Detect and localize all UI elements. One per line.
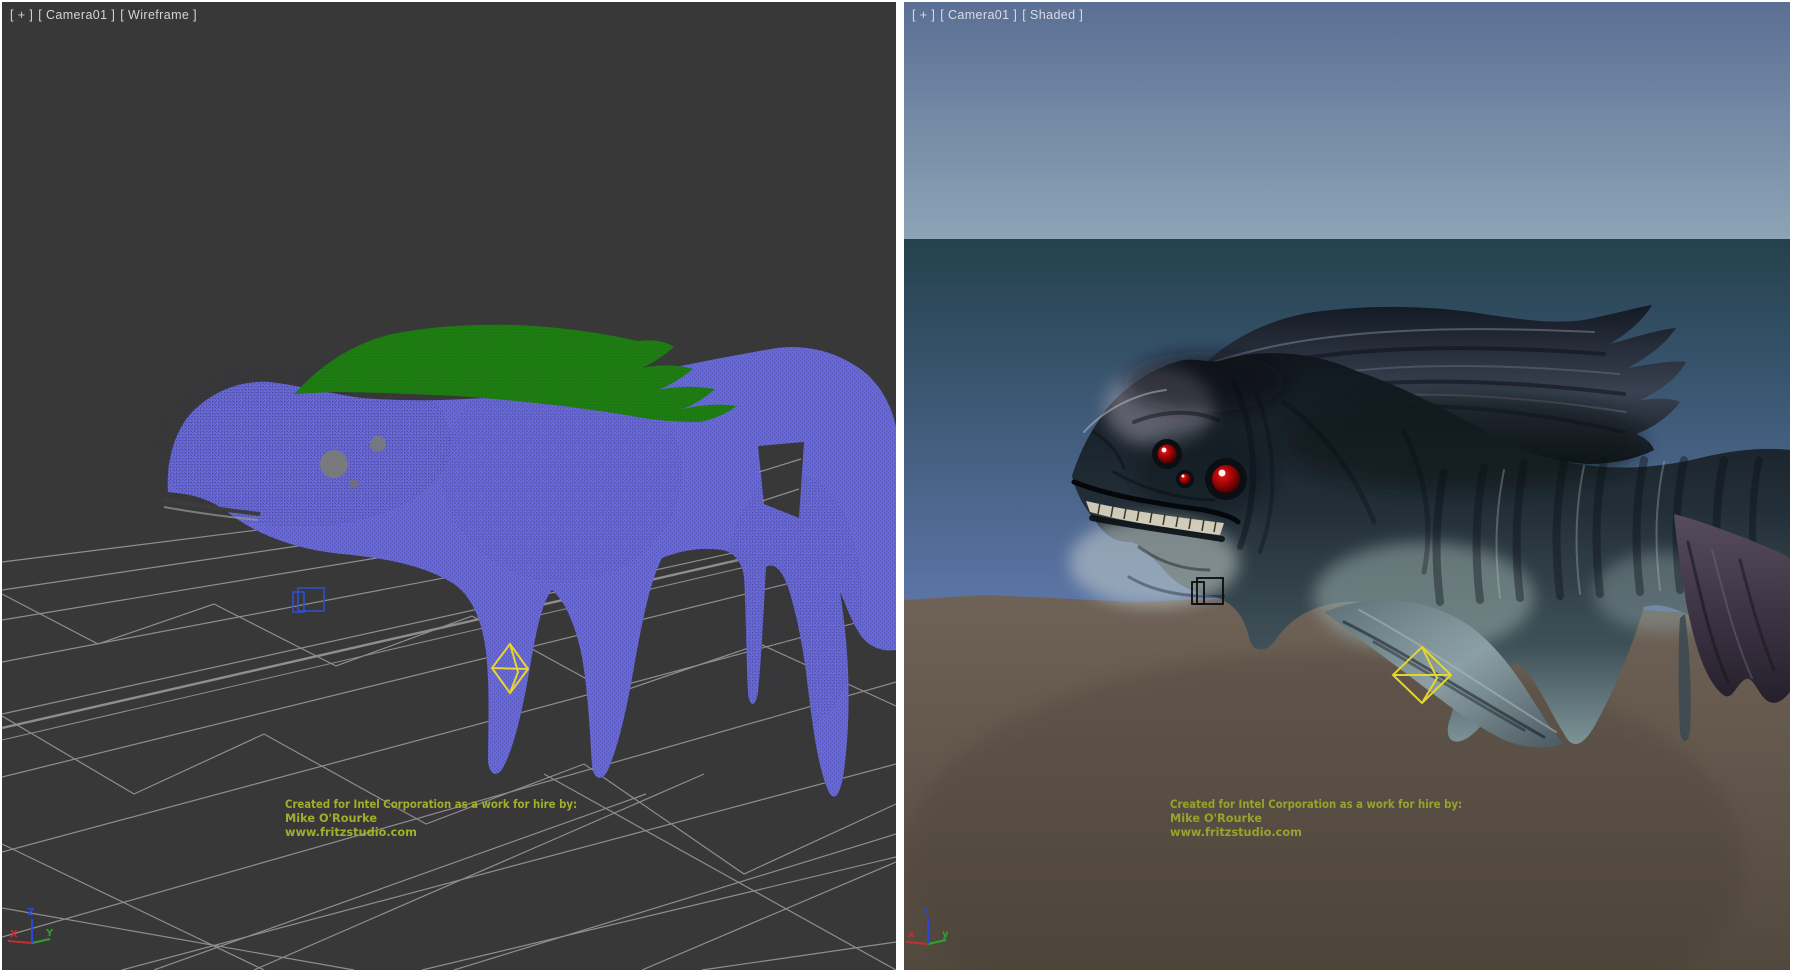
viewport-shading-menu[interactable]: [ Wireframe ] bbox=[120, 8, 197, 22]
viewport-camera-menu[interactable]: [ Camera01 ] bbox=[940, 8, 1017, 22]
axis-y-label: Y bbox=[45, 928, 54, 939]
svg-text:Mike O'Rourke: Mike O'Rourke bbox=[1170, 811, 1262, 825]
dual-viewport-layout: Created for Intel Corporation as a work … bbox=[0, 0, 1800, 978]
svg-text:Mike O'Rourke: Mike O'Rourke bbox=[285, 811, 377, 825]
axis-z-label: Z bbox=[27, 907, 34, 918]
viewport-label: [ + ] [ Camera01 ] [ Wireframe ] bbox=[10, 8, 197, 22]
svg-text:www.fritzstudio.com: www.fritzstudio.com bbox=[285, 825, 417, 839]
fish-eye-spot bbox=[350, 480, 359, 489]
fish-eye-spot bbox=[370, 436, 386, 452]
svg-text:Created for Intel Corporation: Created for Intel Corporation as a work … bbox=[285, 797, 577, 811]
svg-text:Created for Intel Corporation: Created for Intel Corporation as a work … bbox=[1170, 797, 1462, 811]
viewport-maximize-menu[interactable]: [ + ] bbox=[912, 8, 935, 22]
left-viewport[interactable]: Created for Intel Corporation as a work … bbox=[2, 2, 896, 970]
viewport-camera-menu[interactable]: [ Camera01 ] bbox=[38, 8, 115, 22]
svg-text:www.fritzstudio.com: www.fritzstudio.com bbox=[1170, 825, 1302, 839]
right-viewport[interactable]: Created for Intel Corporation as a work … bbox=[904, 2, 1790, 970]
viewport-label: [ + ] [ Camera01 ] [ Shaded ] bbox=[912, 8, 1083, 22]
fish-eye-spot bbox=[320, 450, 348, 478]
axis-y-label: y bbox=[942, 929, 949, 940]
axis-z-label: z bbox=[923, 906, 929, 917]
ground-plane-shaded[interactable] bbox=[904, 595, 1790, 970]
axis-x-label: X bbox=[10, 929, 18, 940]
axis-x-label: x bbox=[908, 929, 915, 940]
viewport-shading-menu[interactable]: [ Shaded ] bbox=[1022, 8, 1083, 22]
viewport-maximize-menu[interactable]: [ + ] bbox=[10, 8, 33, 22]
sky-backdrop bbox=[904, 2, 1790, 239]
